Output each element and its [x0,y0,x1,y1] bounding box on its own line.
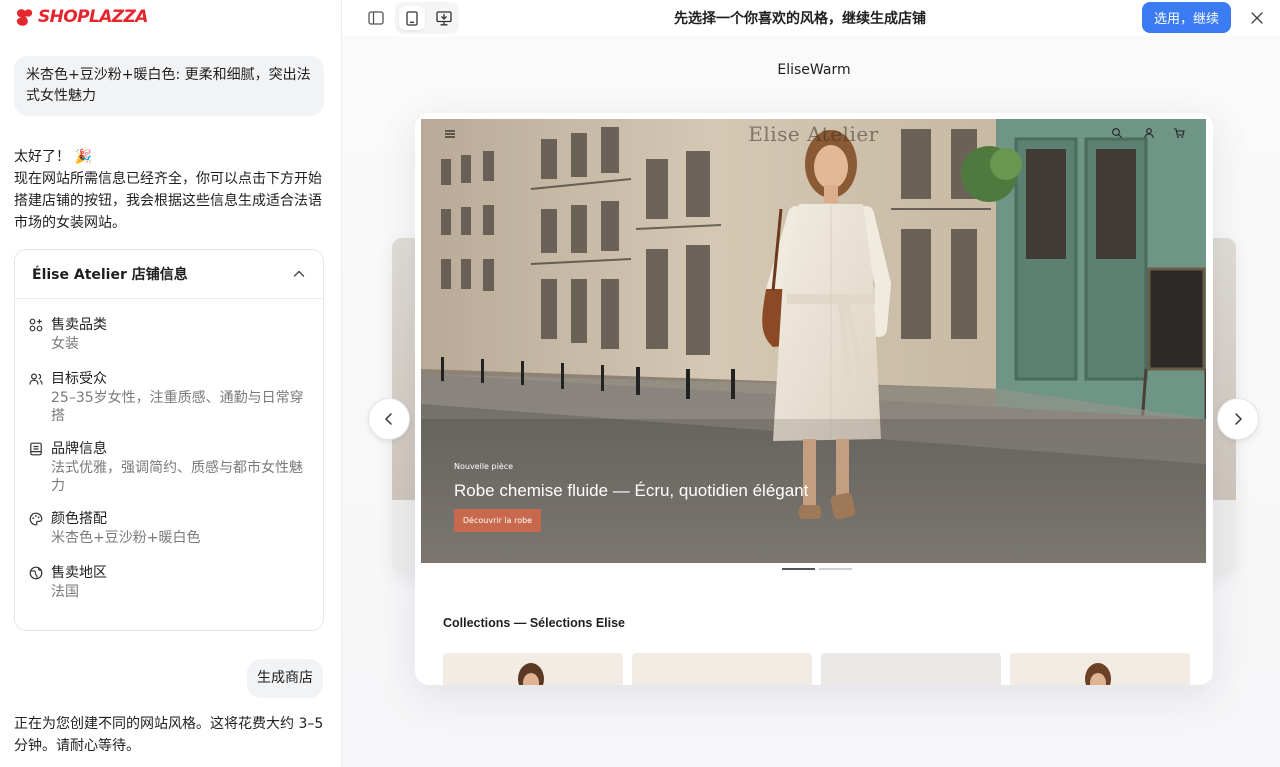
user-message-bubble: 米杏色+豆沙粉+暖白色: 更柔和细腻，突出法式女性魅力 [14,56,324,116]
user-message-bubble: 生成商店 [247,659,323,698]
cart-icon[interactable] [1173,127,1185,139]
previous-theme-button[interactable] [368,398,410,440]
select-continue-button[interactable]: 选用，继续 [1142,2,1231,33]
info-label: 售卖地区 [51,565,107,581]
info-value: 米杏色+豆沙粉+暖白色 [51,530,201,546]
info-label: 颜色搭配 [51,511,107,527]
shoplazza-logo[interactable]: SHOPLAZZA [14,7,148,27]
assistant-message: 太好了！ 🎉 现在网站所需信息已经齐全，你可以点击下方开始搭建店铺的按钮，我会根… [14,146,329,234]
sidebar-toggle-icon [368,11,384,25]
collections-row [443,653,1190,685]
shoplazza-logo-mark-icon [16,9,33,26]
close-button[interactable] [1247,8,1267,28]
audience-users-icon [29,373,43,385]
party-emoji: 🎉 [74,149,92,165]
carousel-dots [782,568,852,570]
info-value: 25–35岁女性，注重质感、通勤与日常穿搭 [51,390,304,424]
collections-heading: Collections — Sélections Elise [443,616,626,630]
chevron-right-icon [1235,413,1242,425]
collection-tile[interactable] [1010,653,1190,685]
brand-book-icon [30,442,42,456]
collection-tile[interactable] [821,653,1001,685]
theme-preview-card: Elise Atelier Nouvelle pièce Robe chemis… [415,113,1213,685]
info-label: 品牌信息 [51,441,107,457]
palette-icon [29,512,43,526]
info-item-category: 售卖品类 女装 [29,315,309,353]
tablet-view-button[interactable] [399,6,425,30]
assistant-waiting-message: 正在为您创建不同的网站风格。这将花费大约 3–5 分钟。请耐心等待。 [14,716,324,754]
store-info-card-title: Élise Atelier 店铺信息 [32,267,188,283]
hero-banner[interactable]: Elise Atelier Nouvelle pièce Robe chemis… [421,119,1206,563]
store-info-card: Élise Atelier 店铺信息 售卖品类 女装 目标受众 25–35岁女性… [14,249,324,631]
chevron-left-icon [385,413,392,425]
next-theme-button[interactable] [1217,398,1259,440]
store-header: Elise Atelier [421,119,1206,151]
category-grid-icon [29,318,43,332]
chevron-up-icon[interactable] [292,267,306,281]
info-value: 女装 [51,336,79,352]
hero-headline: Robe chemise fluide — Écru, quotidien él… [454,481,809,500]
store-info-card-header[interactable]: Élise Atelier 店铺信息 [15,250,323,299]
sidebar-toggle-button[interactable] [365,7,387,29]
globe-region-icon [29,566,43,580]
info-item-colors: 颜色搭配 米杏色+豆沙粉+暖白色 [29,509,309,547]
info-item-region: 售卖地区 法国 [29,563,309,601]
collection-tile[interactable] [632,653,812,685]
close-icon [1251,12,1263,24]
carousel-dot[interactable] [782,568,815,570]
desktop-view-button[interactable] [431,6,457,30]
page-title: 先选择一个你喜欢的风格，继续生成店铺 [674,11,926,27]
info-item-brand: 品牌信息 法式优雅，强调简约、质感与都市女性魅力 [29,439,309,495]
collection-tile[interactable] [443,653,623,685]
user-message-text: 米杏色+豆沙粉+暖白色: 更柔和细腻，突出法式女性魅力 [26,67,311,104]
info-label: 售卖品类 [51,317,107,333]
assistant-greeting: 太好了！ [14,149,70,165]
chat-panel: SHOPLAZZA 米杏色+豆沙粉+暖白色: 更柔和细腻，突出法式女性魅力 太好… [0,0,342,767]
info-label: 目标受众 [51,371,107,387]
hero-kicker: Nouvelle pièce [454,462,514,471]
search-icon[interactable] [1111,127,1123,139]
discover-dress-button[interactable]: Découvrir la robe [454,509,541,532]
assistant-body: 现在网站所需信息已经齐全，你可以点击下方开始搭建店铺的按钮，我会根据这些信息生成… [14,171,322,231]
carousel-dot[interactable] [819,568,852,570]
logo-text: SHOPLAZZA [38,7,148,27]
account-icon[interactable] [1143,127,1155,139]
collection-image [518,663,544,685]
info-value: 法国 [51,584,79,600]
theme-name: EliseWarm [777,62,851,78]
collection-image [1085,663,1111,685]
store-brand-logo[interactable]: Elise Atelier [421,122,1206,146]
info-item-audience: 目标受众 25–35岁女性，注重质感、通勤与日常穿搭 [29,369,309,425]
user-message-text: 生成商店 [257,670,313,686]
desktop-icon [436,10,452,25]
tablet-icon [406,10,418,26]
info-value: 法式优雅，强调简约、质感与都市女性魅力 [51,460,303,494]
